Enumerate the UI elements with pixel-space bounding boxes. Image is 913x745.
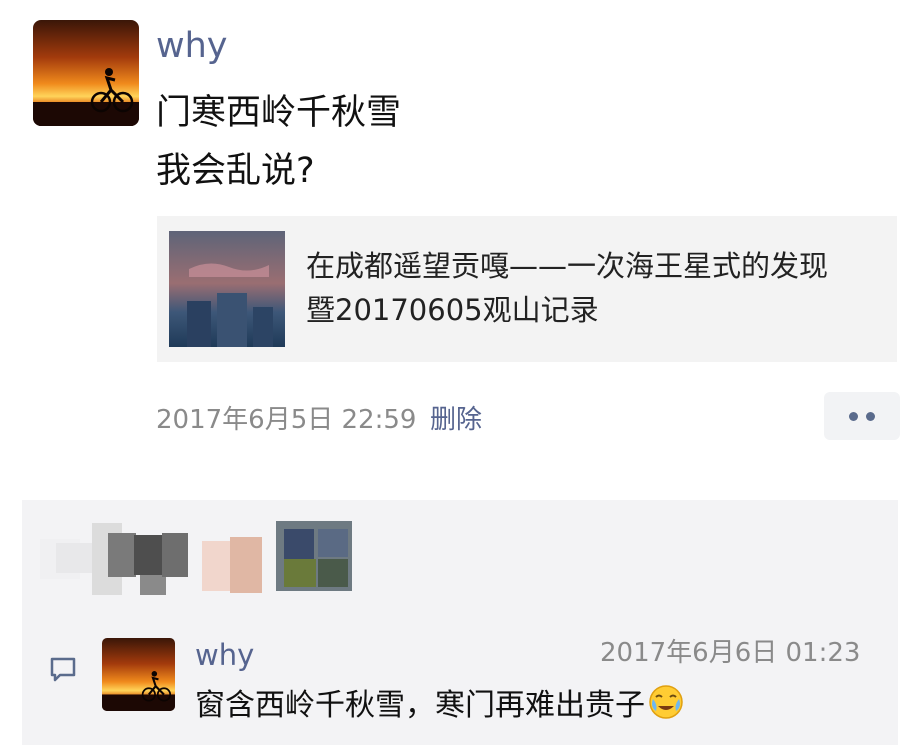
post-text-line: 我会乱说? <box>156 151 315 191</box>
comment-icon <box>48 654 78 684</box>
post-avatar[interactable] <box>33 20 139 126</box>
post-timestamp: 2017年6月5日 22:59 <box>156 405 417 435</box>
comment-avatar[interactable] <box>102 638 175 711</box>
post-username[interactable]: why <box>156 24 228 68</box>
sunset-cyclist-image <box>33 20 139 126</box>
link-title[interactable]: 在成都遥望贡嘎——一次海王星式的发现 暨20170605观山记录 <box>306 244 886 332</box>
post-text-line: 门寒西岭千秋雪 <box>156 93 402 133</box>
shared-link-card[interactable]: 在成都遥望贡嘎——一次海王星式的发现 暨20170605观山记录 <box>157 216 897 362</box>
comment-text-content: 窗含西岭千秋雪，寒门再难出贵子 <box>195 688 645 723</box>
comment-timestamp: 2017年6月6日 01:23 <box>600 638 861 668</box>
more-dots-icon <box>849 412 858 421</box>
comment-username[interactable]: why <box>195 636 254 674</box>
delete-link[interactable]: 删除 <box>430 402 482 438</box>
link-thumbnail <box>169 231 285 347</box>
face-with-tears-icon <box>647 683 685 721</box>
more-button[interactable] <box>824 392 900 440</box>
post-text: 门寒西岭千秋雪 我会乱说? <box>156 84 401 200</box>
comment-text[interactable]: 窗含西岭千秋雪，寒门再难出贵子 <box>195 683 685 727</box>
sunset-cyclist-image <box>102 638 175 711</box>
